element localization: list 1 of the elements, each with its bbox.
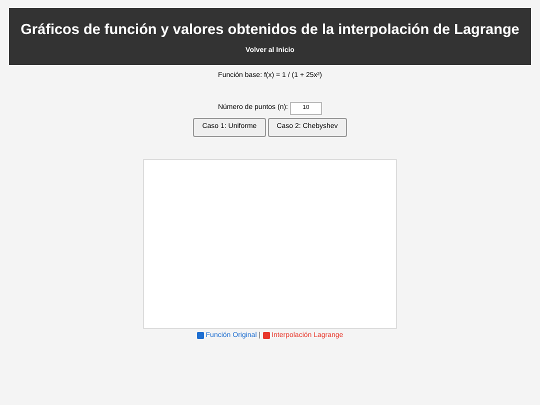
page-title: Gráficos de función y valores obtenidos de la interpolación de Lagrange (20, 21, 520, 40)
